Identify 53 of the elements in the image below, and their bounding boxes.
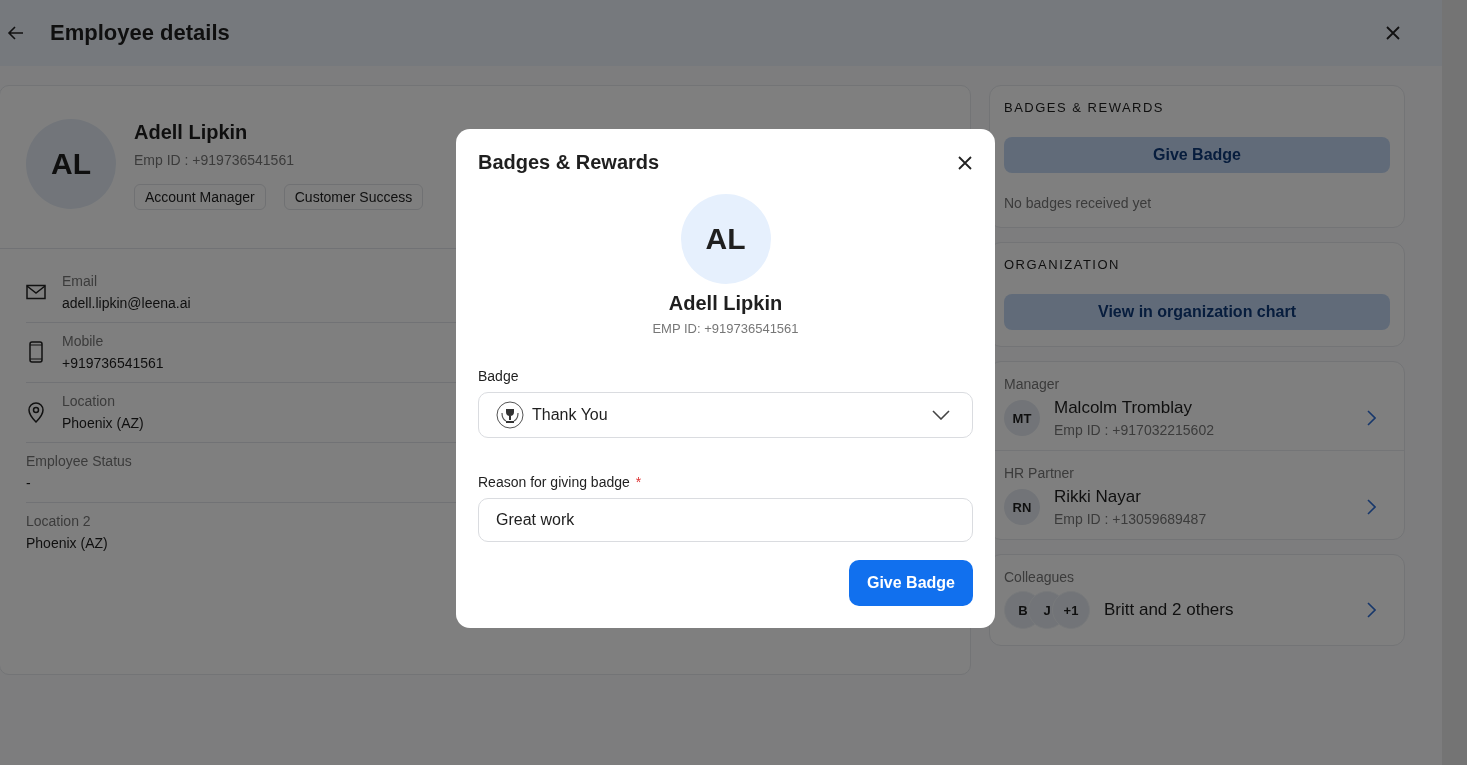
give-badge-button[interactable]: Give Badge bbox=[848, 560, 973, 606]
section-heading: ORGANIZATION bbox=[1004, 257, 1121, 272]
avatar: AL bbox=[26, 119, 116, 209]
trophy-icon bbox=[496, 401, 524, 429]
person-name: Malcolm Tromblay bbox=[1054, 398, 1193, 418]
mail-icon bbox=[26, 284, 46, 300]
location-pin-icon bbox=[26, 401, 46, 423]
field-value: Phoenix (AZ) bbox=[26, 535, 108, 551]
role-tag: Account Manager bbox=[134, 184, 266, 210]
chevron-right-icon bbox=[1366, 410, 1376, 426]
avatar: RN bbox=[1004, 489, 1040, 525]
field-label: Email bbox=[62, 273, 98, 289]
role-label: HR Partner bbox=[1004, 465, 1076, 481]
role-label: Colleagues bbox=[1004, 569, 1076, 585]
field-label: Mobile bbox=[62, 333, 105, 349]
employee-id: EMP ID: +919736541561 bbox=[652, 321, 799, 336]
avatar: AL bbox=[680, 194, 771, 284]
field-label: Location bbox=[62, 393, 116, 409]
org-chart-button[interactable]: View in organization chart bbox=[1004, 294, 1390, 330]
reason-input[interactable]: Great work bbox=[478, 498, 973, 542]
give-badge-button[interactable]: Give Badge bbox=[1004, 137, 1390, 173]
chevron-right-icon bbox=[1366, 499, 1376, 515]
empty-state-text: No badges received yet bbox=[1004, 195, 1153, 211]
chevron-right-icon bbox=[1366, 602, 1376, 618]
field-label: Reason for giving badge bbox=[478, 474, 630, 490]
field-value: +919736541561 bbox=[62, 355, 164, 371]
badge-dropdown[interactable]: Thank You bbox=[478, 392, 973, 438]
colleagues-panel[interactable]: Colleagues B J +1 Britt and 2 others bbox=[989, 554, 1405, 646]
field-label: Employee Status bbox=[26, 453, 132, 469]
dialog-title: Badges & Rewards bbox=[478, 151, 660, 174]
field-value: adell.lipkin@leena.ai bbox=[62, 295, 191, 311]
colleagues-summary: Britt and 2 others bbox=[1104, 600, 1235, 620]
chevron-down-icon bbox=[932, 410, 950, 420]
page-title: Employee details bbox=[50, 20, 230, 46]
avatar: +1 bbox=[1052, 591, 1090, 629]
employee-id: Emp ID : +919736541561 bbox=[134, 152, 295, 168]
person-row[interactable]: HR Partner RN Rikki Nayar Emp ID : +13059689487 bbox=[990, 451, 1404, 539]
field-value: Phoenix (AZ) bbox=[62, 415, 144, 431]
field-value: - bbox=[26, 475, 32, 491]
field-label: Location 2 bbox=[26, 513, 92, 529]
role-label: Manager bbox=[1004, 376, 1061, 392]
section-heading: BADGES & REWARDS bbox=[1004, 100, 1166, 115]
employee-id: Emp ID : +917032215602 bbox=[1054, 422, 1215, 438]
avatar: MT bbox=[1004, 400, 1040, 436]
person-name: Rikki Nayar bbox=[1054, 487, 1142, 507]
employee-id: Emp ID : +13059689487 bbox=[1054, 511, 1208, 527]
employee-name: Adell Lipkin bbox=[134, 121, 249, 144]
phone-icon bbox=[26, 341, 46, 363]
role-tag: Customer Success bbox=[283, 184, 424, 210]
field-label: Badge bbox=[478, 368, 520, 384]
employee-name: Adell Lipkin bbox=[668, 292, 783, 315]
required-mark: * bbox=[635, 474, 642, 490]
close-icon[interactable] bbox=[957, 154, 973, 171]
